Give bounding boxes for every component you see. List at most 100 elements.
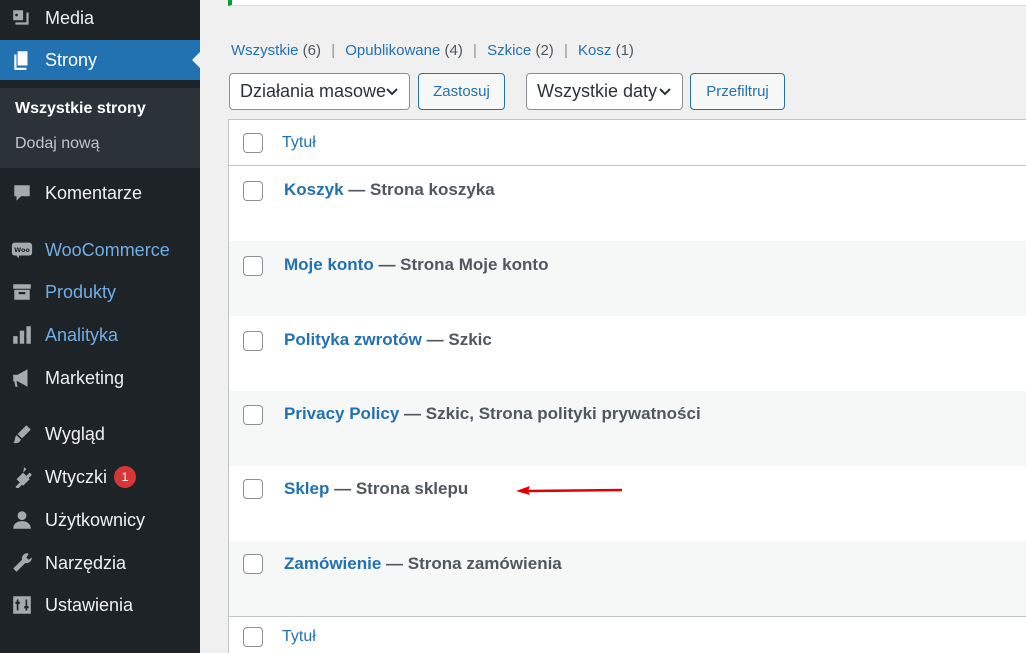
annotation-arrow [516,486,623,495]
sidebar-item-comments[interactable]: Komentarze [0,173,200,213]
sidebar-item-marketing[interactable]: Marketing [0,358,200,398]
row-checkbox[interactable] [243,181,263,201]
separator: | [331,42,336,59]
row-checkbox[interactable] [243,554,263,574]
view-trash-link[interactable]: Kosz [578,42,611,59]
submenu-item-all-pages[interactable]: Wszystkie strony [15,100,146,118]
view-all-link[interactable]: Wszystkie [231,42,299,59]
status-filter-links: Wszystkie (6) | Opublikowane (4) | Szkic… [231,42,634,59]
sidebar-item-label: WooCommerce [45,239,170,260]
table-footer: Tytuł [229,616,1026,653]
sidebar-item-label: Strony [45,49,98,70]
page-title-link[interactable]: Privacy Policy [284,404,399,423]
bulk-actions-value: Działania masowe [240,81,387,101]
separator: | [473,42,477,59]
submenu-item-add-new[interactable]: Dodaj nową [15,135,100,153]
sidebar-item-tools[interactable]: Narzędzia [0,543,200,583]
view-drafts-count: (2) [535,42,554,59]
row-title: Zamówienie — Strona zamówienia [284,554,562,574]
pages-icon [10,48,34,72]
apply-button[interactable]: Zastosuj [418,73,505,110]
page-state: — Strona koszyka [348,180,495,199]
select-all-checkbox-footer[interactable] [243,627,263,647]
comments-icon [10,181,34,205]
row-checkbox[interactable] [243,405,263,425]
page-state: — Strona zamówienia [386,554,562,573]
page-state: — Szkic, Strona polityki prywatności [404,404,701,423]
brush-icon [10,422,34,446]
page-title-link[interactable]: Moje konto [284,255,374,274]
view-trash-count: (1) [615,42,634,59]
chevron-down-icon [386,88,398,96]
table-row: Zamówienie — Strona zamówienia [229,541,1026,616]
view-published-count: (4) [444,42,463,59]
table-row: Koszyk — Strona koszyka [229,166,1026,241]
sidebar-item-label: Narzędzia [45,552,127,573]
sidebar-item-label: Wygląd [45,423,105,444]
row-title: Sklep — Strona sklepu [284,479,468,499]
admin-notice-edge [228,0,1026,6]
sidebar-item-plugins[interactable]: Wtyczki 1 [0,457,200,497]
sidebar-item-label: Wtyczki [45,466,107,487]
sidebar-item-media[interactable]: Media [0,0,200,38]
table-row: Privacy Policy — Szkic, Strona polityki … [229,391,1026,466]
woo-icon: Woo [10,238,34,262]
table-row: Moje konto — Strona Moje konto [229,241,1026,316]
view-published-link[interactable]: Opublikowane [345,42,440,59]
select-all-checkbox[interactable] [243,133,263,153]
user-icon [10,508,34,532]
settings-icon [10,593,34,617]
row-checkbox[interactable] [243,331,263,351]
sidebar-item-label: Użytkownicy [45,509,146,530]
column-title-footer[interactable]: Tytuł [282,628,316,646]
row-title: Privacy Policy — Szkic, Strona polityki … [284,404,701,424]
products-icon [10,280,34,304]
date-filter-select[interactable]: Wszystkie daty [526,73,683,110]
chevron-down-icon [659,88,671,96]
row-checkbox[interactable] [243,479,263,499]
sidebar-item-products[interactable]: Produkty [0,272,200,312]
page-title-link[interactable]: Sklep [284,479,329,498]
separator: | [563,42,568,59]
page-title-link[interactable]: Koszyk [284,180,344,199]
page-title-link[interactable]: Polityka zwrotów [284,330,422,349]
svg-text:Woo: Woo [14,246,30,254]
row-title: Koszyk — Strona koszyka [284,180,495,200]
view-all-count: (6) [302,42,322,59]
view-drafts-link[interactable]: Szkice [487,42,531,59]
bulk-actions-select[interactable]: Działania masowe [229,73,410,110]
page-state: — Szkic [426,330,492,349]
page-title-link[interactable]: Zamówienie [284,554,381,573]
wrench-icon [10,551,34,575]
sidebar-item-users[interactable]: Użytkownicy [0,500,200,540]
megaphone-icon [10,366,34,390]
column-title-header[interactable]: Tytuł [282,134,316,152]
table-row: Sklep — Strona sklepu [229,466,1026,541]
sidebar-item-analytics[interactable]: Analityka [0,315,200,355]
pages-table: Tytuł Koszyk — Strona koszyka Moje konto… [228,119,1026,653]
sidebar-item-label: Komentarze [45,182,143,203]
pages-submenu: Wszystkie strony Dodaj nową [0,88,200,168]
sidebar-item-settings[interactable]: Ustawienia [0,585,200,625]
page-state: — Strona sklepu [334,479,469,498]
sidebar-item-appearance[interactable]: Wygląd [0,414,200,454]
row-title: Moje konto — Strona Moje konto [284,255,548,275]
sidebar-item-woocommerce[interactable]: Woo WooCommerce [0,230,200,270]
filter-button[interactable]: Przefiltruj [690,73,785,110]
sidebar-item-pages[interactable]: Strony [0,40,200,80]
analytics-icon [10,323,34,347]
sidebar-item-label: Marketing [45,367,125,388]
table-header: Tytuł [229,120,1026,166]
update-count-badge: 1 [114,466,136,488]
date-filter-value: Wszystkie daty [537,81,658,101]
page-state: — Strona Moje konto [378,255,549,274]
sidebar-item-label: Media [45,7,95,28]
sidebar-item-label: Produkty [45,281,117,302]
sidebar-item-label: Ustawienia [45,594,134,615]
active-indicator [192,52,200,68]
media-icon [10,6,34,30]
plugin-icon [10,465,34,489]
sidebar-item-label: Analityka [45,324,119,345]
row-checkbox[interactable] [243,256,263,276]
admin-sidebar: Media Strony Wszystkie strony Dodaj nową… [0,0,200,653]
